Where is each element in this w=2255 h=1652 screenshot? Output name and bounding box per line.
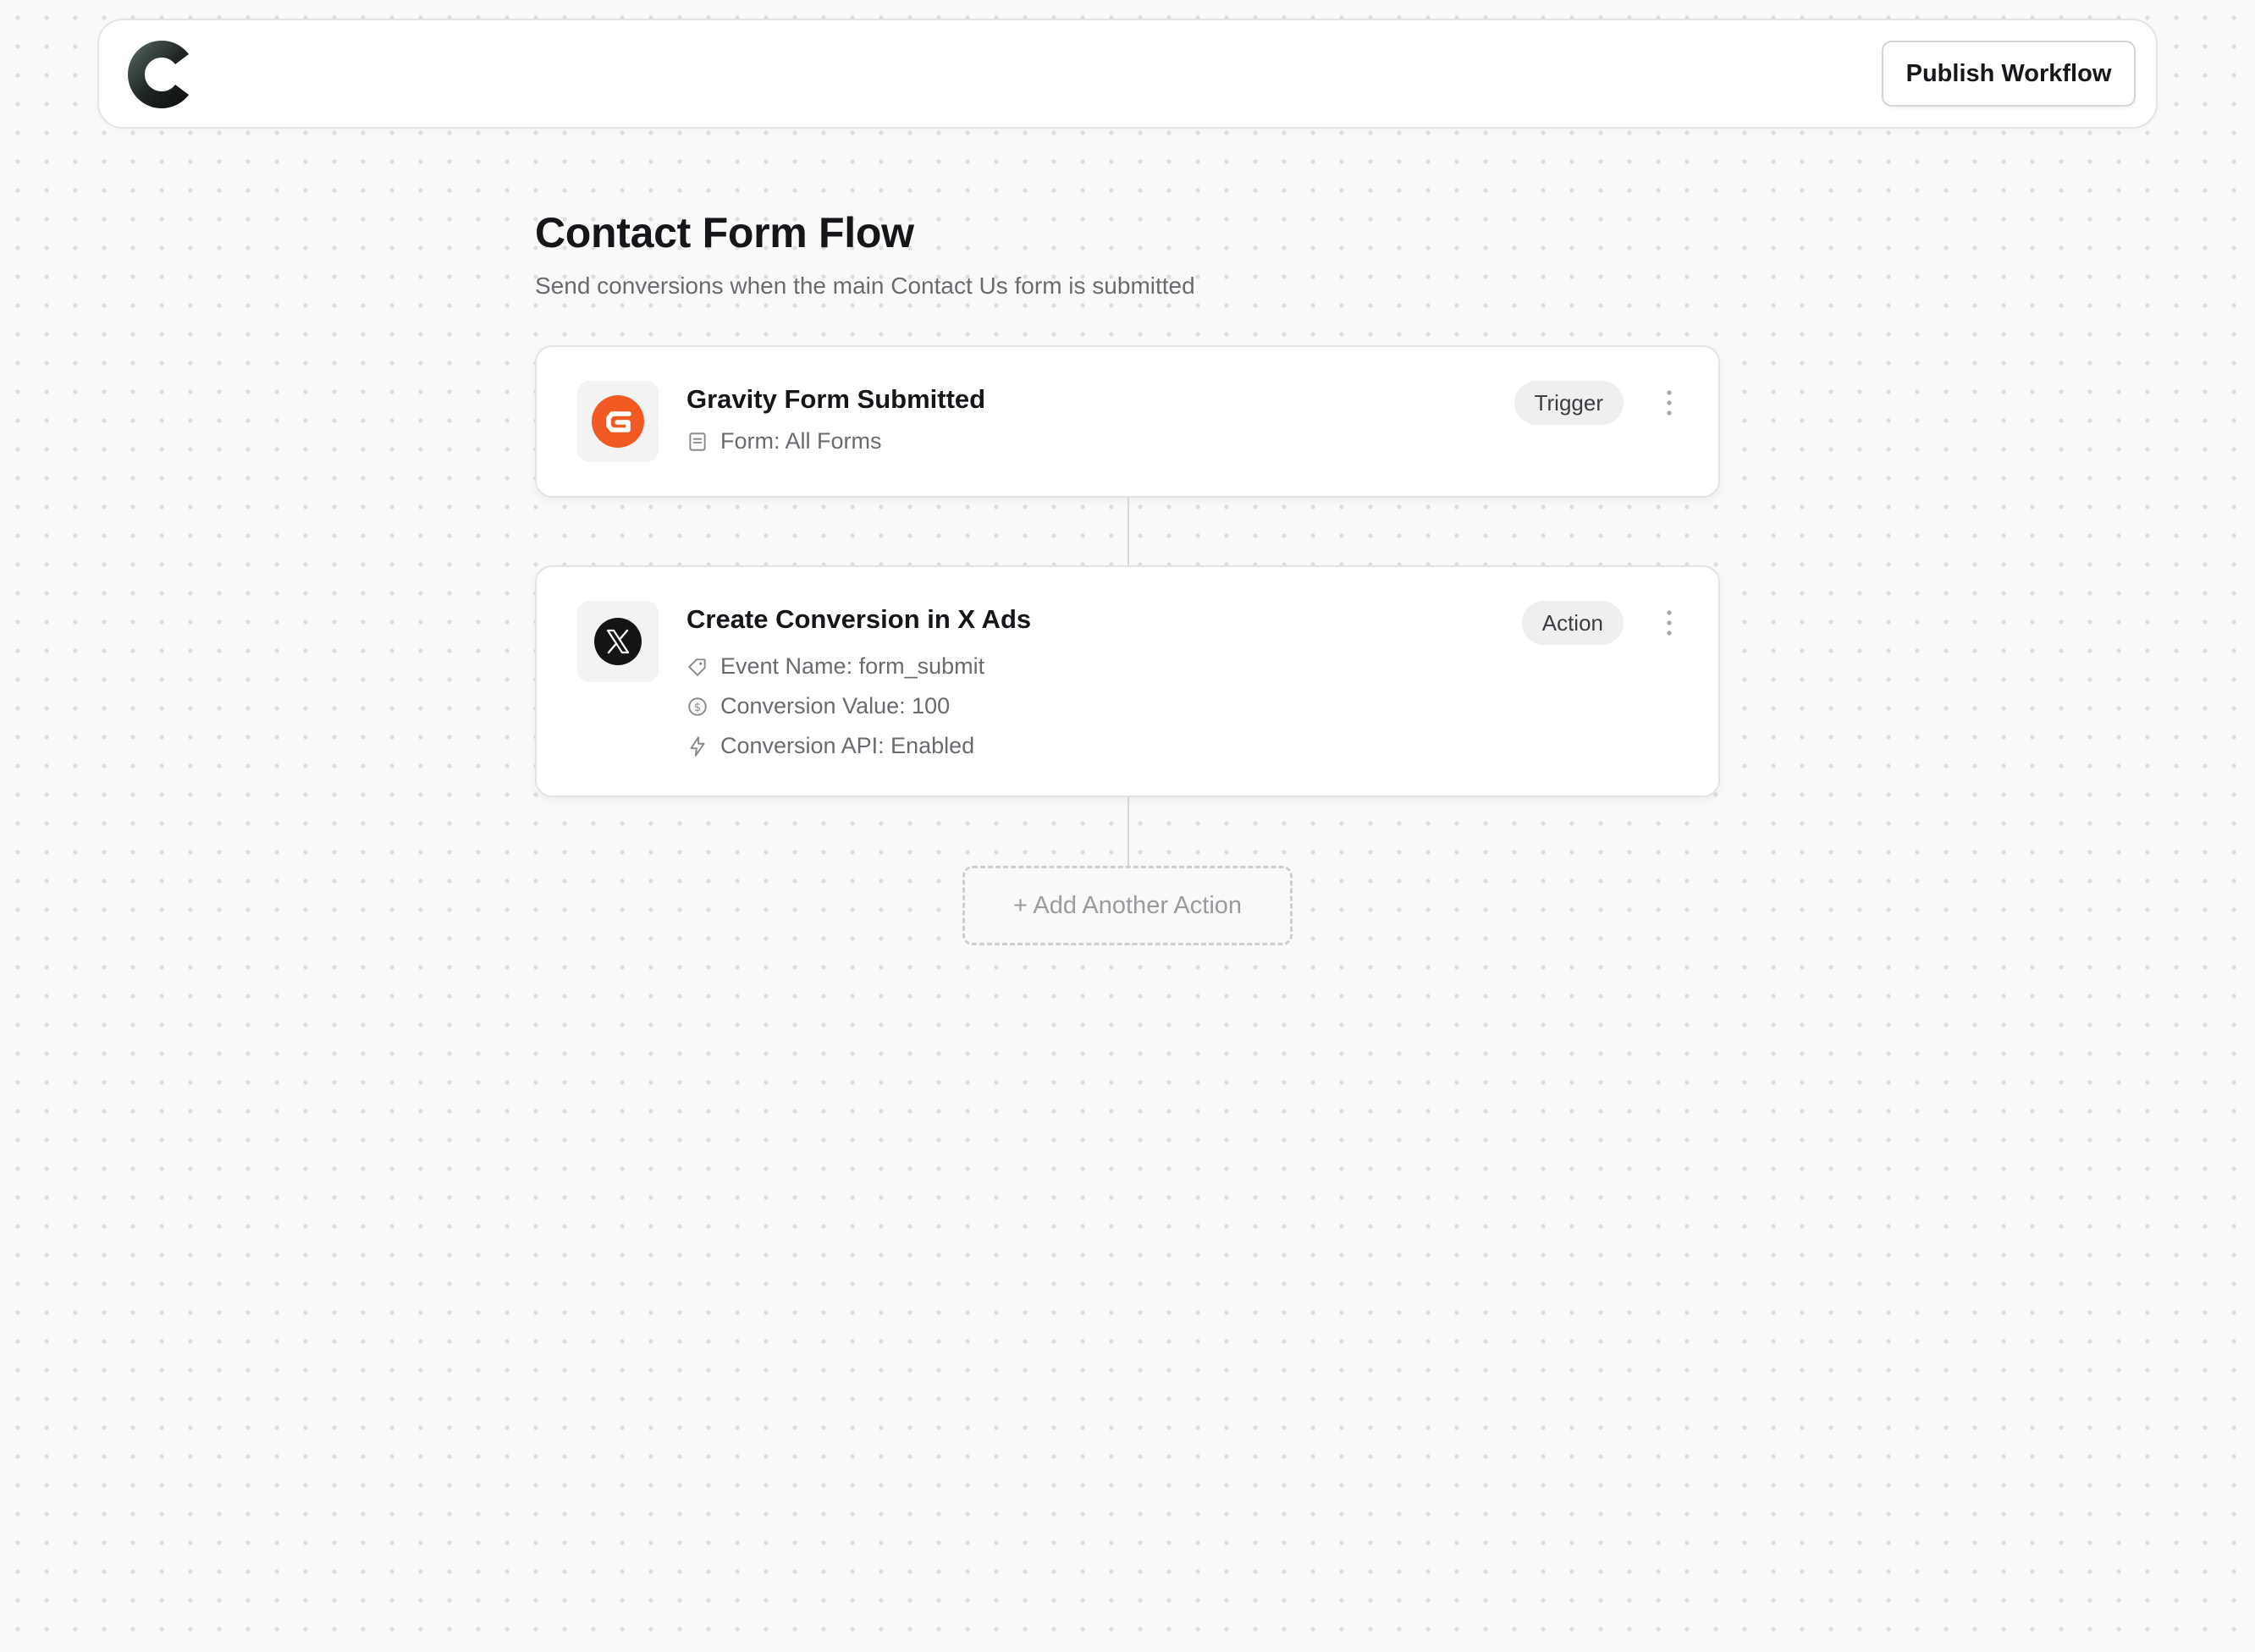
more-options-icon[interactable] bbox=[1661, 608, 1678, 638]
page-title: Contact Form Flow bbox=[535, 209, 914, 256]
top-bar: Publish Workflow bbox=[97, 19, 2158, 129]
action-detail-event-name-text: Event Name: form_submit bbox=[720, 653, 985, 679]
form-icon bbox=[689, 432, 706, 451]
action-title: Create Conversion in X Ads bbox=[686, 604, 1032, 634]
flow-connector bbox=[1128, 797, 1129, 866]
action-badge: Action bbox=[1521, 601, 1624, 645]
flow-connector bbox=[1128, 498, 1129, 565]
add-another-action-button[interactable]: + Add Another Action bbox=[962, 866, 1293, 945]
action-detail-conversion-value: $ Conversion Value: 100 bbox=[686, 693, 950, 719]
lightning-icon bbox=[690, 735, 705, 757]
dollar-circle-icon: $ bbox=[688, 697, 707, 716]
action-card[interactable]: Create Conversion in X Ads Event Name: f… bbox=[535, 565, 1720, 797]
more-options-icon[interactable] bbox=[1661, 388, 1678, 418]
page-subtitle: Send conversions when the main Contact U… bbox=[535, 273, 1195, 299]
trigger-badge: Trigger bbox=[1513, 381, 1624, 425]
publish-workflow-button[interactable]: Publish Workflow bbox=[1882, 41, 2136, 107]
trigger-title: Gravity Form Submitted bbox=[686, 384, 986, 414]
trigger-detail-text: Form: All Forms bbox=[720, 428, 882, 454]
action-detail-conversion-api-text: Conversion API: Enabled bbox=[720, 733, 975, 758]
action-detail-event-name: Event Name: form_submit bbox=[686, 653, 984, 680]
app-logo-icon[interactable] bbox=[126, 41, 194, 108]
trigger-detail-form: Form: All Forms bbox=[686, 428, 882, 454]
gravity-forms-logo-icon bbox=[577, 381, 659, 462]
trigger-card[interactable]: Gravity Form Submitted Form: All Forms T… bbox=[535, 345, 1720, 498]
x-logo-icon bbox=[577, 601, 659, 682]
action-detail-conversion-api: Conversion API: Enabled bbox=[686, 733, 974, 759]
action-detail-conversion-value-text: Conversion Value: 100 bbox=[720, 693, 951, 719]
tag-icon bbox=[688, 658, 706, 676]
svg-text:$: $ bbox=[694, 701, 701, 713]
